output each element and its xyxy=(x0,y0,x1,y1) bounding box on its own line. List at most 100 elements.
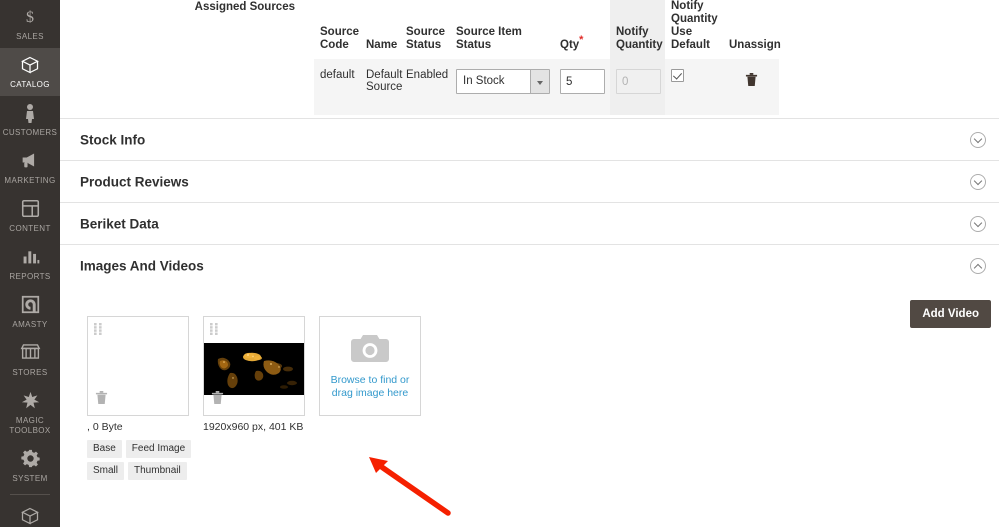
camera-icon xyxy=(350,333,390,369)
table-header-row: Source Code Name Source Status Source It… xyxy=(314,0,781,59)
chevron-down-icon xyxy=(530,70,549,93)
sidebar-label-reports: REPORTS xyxy=(9,272,51,281)
sidebar-item-catalog[interactable]: CATALOG xyxy=(0,48,60,96)
delete-image-icon[interactable] xyxy=(95,390,108,410)
drag-handle-icon[interactable] xyxy=(210,322,219,335)
section-title-product-reviews: Product Reviews xyxy=(80,174,189,189)
admin-product-edit-page: $ SALES CATALOG CUSTOMERS MARKETING CONT… xyxy=(0,0,999,527)
sidebar-divider xyxy=(10,494,50,495)
sidebar-item-amasty[interactable]: AMASTY xyxy=(0,288,60,336)
box-icon xyxy=(2,55,58,77)
source-item-status-select[interactable]: In Stock xyxy=(456,69,550,94)
notify-qty-use-default-checkbox[interactable] xyxy=(671,69,684,82)
amasty-icon xyxy=(2,295,58,317)
sidebar-item-content[interactable]: CONTENT xyxy=(0,192,60,240)
bar-chart-icon xyxy=(2,247,58,269)
image-role-badges: Base Feed Image Small Thumbnail xyxy=(87,440,205,480)
delete-image-icon[interactable] xyxy=(211,390,224,410)
section-title-beriket-data: Beriket Data xyxy=(80,216,159,231)
assigned-sources-block: Assigned Sources Source Code Name Source… xyxy=(60,0,999,118)
trash-icon[interactable] xyxy=(745,73,758,90)
caption-col-broken: , 0 Byte Base Feed Image Small Thumbnail xyxy=(87,420,192,480)
column-header-source-status: Source Status xyxy=(400,0,450,59)
annotation-arrow xyxy=(369,457,451,516)
cell-source-status: Enabled xyxy=(400,59,450,115)
image-caption: , 0 Byte xyxy=(87,421,123,433)
sidebar-item-marketing[interactable]: MARKETING xyxy=(0,144,60,192)
sidebar-label-system: SYSTEM xyxy=(12,474,48,483)
sidebar-label-catalog: CATALOG xyxy=(10,80,50,89)
section-beriket-data[interactable]: Beriket Data xyxy=(60,202,999,244)
drag-handle-icon[interactable] xyxy=(94,322,103,335)
column-header-notify-quantity: Notify Quantity xyxy=(610,0,665,59)
sidebar-item-stores[interactable]: STORES xyxy=(0,336,60,384)
gear-icon xyxy=(2,449,58,471)
section-images-and-videos[interactable]: Images And Videos xyxy=(60,244,999,286)
assigned-sources-table: Source Code Name Source Status Source It… xyxy=(314,0,781,115)
chevron-down-icon-product-reviews[interactable] xyxy=(970,173,986,190)
chevron-up-icon-images-and-videos[interactable] xyxy=(970,257,986,274)
column-header-qty-text: Qty xyxy=(560,39,580,51)
notify-quantity-input xyxy=(616,69,661,94)
sidebar-item-sales[interactable]: $ SALES xyxy=(0,0,60,48)
column-header-name: Name xyxy=(360,0,400,59)
table-row: default Default Source Enabled In Stock xyxy=(314,59,779,115)
sidebar-label-amasty: AMASTY xyxy=(12,320,48,329)
cell-notify-qty-use-default xyxy=(665,59,723,115)
person-icon xyxy=(2,103,58,125)
sidebar-item-customers[interactable]: CUSTOMERS xyxy=(0,96,60,144)
role-badge-feed-image: Feed Image xyxy=(125,440,192,458)
sparkle-icon xyxy=(2,391,58,413)
sidebar-item-magic-toolbox[interactable]: MAGIC TOOLBOX xyxy=(0,384,60,442)
sidebar-item-reports[interactable]: REPORTS xyxy=(0,240,60,288)
column-header-unassign: Unassign xyxy=(723,0,781,59)
cell-qty xyxy=(554,59,610,115)
cell-name: Default Source xyxy=(360,59,402,115)
caption-col-image: 1920x960 px, 401 KB xyxy=(203,420,305,480)
gallery-tiles: Browse to find or drag image here xyxy=(87,316,421,416)
image-upload-dropzone[interactable]: Browse to find or drag image here xyxy=(319,316,421,416)
image-caption: 1920x960 px, 401 KB xyxy=(203,421,304,433)
cell-source-item-status: In Stock xyxy=(450,59,554,115)
chevron-down-icon-stock-info[interactable] xyxy=(970,131,986,148)
megaphone-icon xyxy=(2,151,58,173)
section-stock-info[interactable]: Stock Info xyxy=(60,118,999,160)
column-header-source-item-status: Source Item Status xyxy=(450,0,554,59)
sidebar-item-system[interactable]: SYSTEM xyxy=(0,442,60,490)
column-header-source-code: Source Code xyxy=(314,0,360,59)
sidebar-label-customers: CUSTOMERS xyxy=(2,128,58,137)
storefront-icon xyxy=(2,343,58,365)
gallery-tile-broken[interactable] xyxy=(87,316,189,416)
browse-to-upload-link[interactable]: Browse to find or drag image here xyxy=(327,374,413,400)
source-item-status-value: In Stock xyxy=(463,75,505,87)
required-asterisk: * xyxy=(579,34,584,47)
gallery-tile-image[interactable] xyxy=(203,316,305,416)
sidebar-label-marketing: MARKETING xyxy=(4,176,56,185)
role-badge-base: Base xyxy=(87,440,122,458)
qty-input[interactable] xyxy=(560,69,605,94)
images-and-videos-panel: Add Video Browse to find or drag image h… xyxy=(60,286,999,480)
section-product-reviews[interactable]: Product Reviews xyxy=(60,160,999,202)
sidebar-label-content: CONTENT xyxy=(9,224,51,233)
chevron-down-icon-beriket-data[interactable] xyxy=(970,215,986,232)
cell-source-code: default xyxy=(314,59,360,115)
column-header-notify-qty-use-default: Notify Quantity Use Default xyxy=(665,0,723,59)
column-header-qty: Qty* xyxy=(554,0,610,59)
role-badge-thumbnail: Thumbnail xyxy=(128,462,187,480)
sidebar-label-stores: STORES xyxy=(12,368,48,377)
assigned-sources-label: Assigned Sources xyxy=(194,1,295,13)
section-title-images-and-videos: Images And Videos xyxy=(80,258,204,273)
package-icon xyxy=(2,506,58,527)
admin-sidebar: $ SALES CATALOG CUSTOMERS MARKETING CONT… xyxy=(0,0,60,527)
section-title-stock-info: Stock Info xyxy=(80,132,146,147)
cell-unassign xyxy=(723,59,779,115)
add-video-button[interactable]: Add Video xyxy=(910,300,991,328)
product-image-thumbnail xyxy=(204,343,304,395)
svg-text:$: $ xyxy=(26,9,34,25)
assigned-sources-table-wrap: Source Code Name Source Status Source It… xyxy=(314,0,781,115)
sidebar-label-sales: SALES xyxy=(16,32,44,41)
cell-notify-quantity xyxy=(610,59,665,115)
role-badge-small: Small xyxy=(87,462,125,480)
sidebar-item-find-partners[interactable]: FIND PARTNERS & EXTENSIONS xyxy=(0,499,60,527)
sidebar-label-magic-toolbox: MAGIC TOOLBOX xyxy=(9,416,51,435)
